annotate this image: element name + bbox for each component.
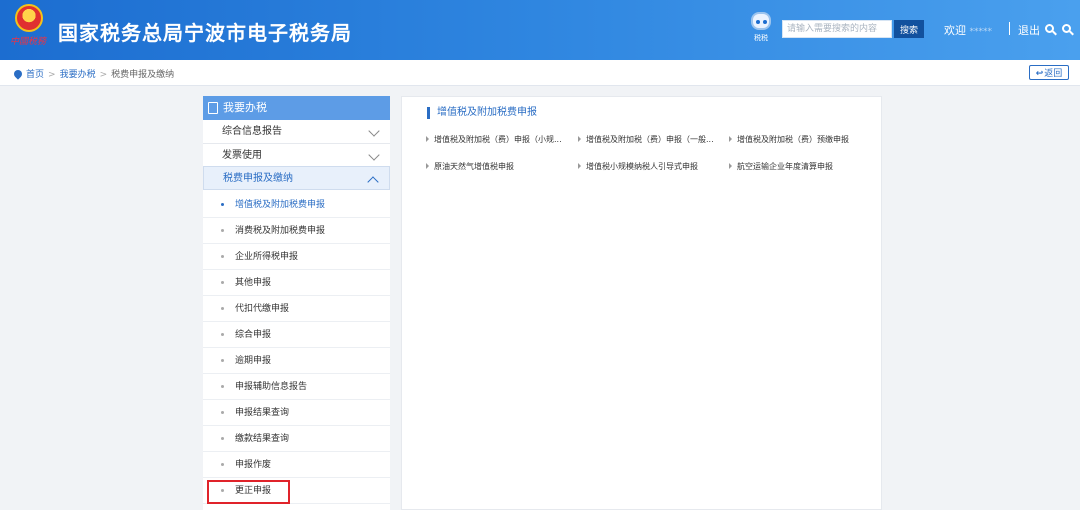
caret-right-icon [426,136,429,142]
logout-link[interactable]: 退出 [1018,22,1040,38]
sidebar-item-corporate-income-tax[interactable]: 企业所得税申报 [203,244,390,270]
sidebar: 我要办税 综合信息报告 发票使用 税费申报及缴纳 增值税及附加税费申报 消费税及… [203,96,390,510]
zoom-in-icon[interactable] [1045,24,1057,36]
sidebar-header-label: 我要办税 [223,101,267,114]
header-divider [1009,22,1010,35]
location-pin-icon [12,68,24,80]
chevron-down-icon [368,149,380,161]
chevron-down-icon [368,125,380,137]
tax-emblem-logo: 中國税務 [10,4,48,50]
back-label: 返回 [1044,69,1063,79]
sidebar-item-overdue[interactable]: 逾期申报 [203,348,390,374]
highlight-box [207,480,290,504]
sidebar-item-label: 代扣代缴申报 [235,304,290,314]
search-button[interactable]: 搜索 [894,20,924,38]
sidebar-item-consumption-tax[interactable]: 消费税及附加税费申报 [203,218,390,244]
sidebar-group-label: 发票使用 [222,150,262,161]
welcome-label: 欢迎 [944,24,966,37]
sidebar-item-label: 申报结果查询 [235,408,290,418]
breadcrumb-separator: > [99,70,108,80]
sidebar-item-comprehensive[interactable]: 综合申报 [203,322,390,348]
entry-guided-small-scale[interactable]: 增值税小规模纳税人引导式申报 [578,161,698,172]
back-arrow-icon: ↩ [1035,69,1044,79]
sidebar-header: 我要办税 [203,96,390,120]
caret-right-icon [729,136,732,142]
main-panel: 增值税及附加税费申报 增值税及附加税（费）申报（小规... 增值税及附加税（费）… [401,96,882,510]
breadcrumb-bar: 首页 > 我要办税 > 税费申报及缴纳 ↩返回 [0,60,1080,86]
bullet-dot-icon [221,307,224,310]
sidebar-item-auxiliary-info[interactable]: 申报辅助信息报告 [203,374,390,400]
entry-oil-gas-vat[interactable]: 原油天然气增值税申报 [426,161,514,172]
bullet-dot-icon [221,437,224,440]
sidebar-item-withholding[interactable]: 代扣代缴申报 [203,296,390,322]
bullet-dot-icon [221,229,224,232]
bullet-dot-icon [221,411,224,414]
entry-vat-general[interactable]: 增值税及附加税（费）申报（一般... [578,134,714,145]
entry-label: 航空运输企业年度清算申报 [737,162,833,171]
emblem-text: 中國税務 [10,36,47,46]
breadcrumb-separator: > [48,70,56,80]
bullet-dot-icon [221,255,224,258]
bullet-dot-icon [221,281,224,284]
bullet-dot-icon [221,385,224,388]
entry-label: 增值税及附加税（费）申报（一般... [586,135,714,144]
assistant-robot-icon[interactable]: 税税 [748,12,774,46]
entry-label: 原油天然气增值税申报 [434,162,514,171]
sidebar-item-label: 逾期申报 [235,356,272,366]
sidebar-item-filing-result-query[interactable]: 申报结果查询 [203,400,390,426]
sidebar-item-label: 申报作废 [235,460,272,470]
sidebar-item-label: 其他申报 [235,278,272,288]
sidebar-item-label: 增值税及附加税费申报 [235,200,326,210]
sidebar-item-label: 企业所得税申报 [235,252,299,262]
top-header: 中國税務 国家税务总局宁波市电子税务局 税税 搜索 欢迎 ***** 退出 [0,0,1080,60]
emblem-icon [15,4,43,32]
caret-right-icon [578,136,581,142]
breadcrumb: 首页 > 我要办税 > 税费申报及缴纳 [12,67,175,80]
document-icon [208,102,218,114]
search-input[interactable] [782,20,892,38]
sidebar-item-payment-result-query[interactable]: 缴款结果查询 [203,426,390,452]
welcome-text: 欢迎 ***** [944,22,992,38]
sidebar-item-label: 消费税及附加税费申报 [235,226,326,236]
bullet-dot-icon [221,203,224,206]
zoom-out-icon[interactable] [1062,24,1074,36]
sidebar-group-label: 综合信息报告 [222,126,282,137]
entry-label: 增值税及附加税（费）申报（小规... [434,135,562,144]
breadcrumb-level1[interactable]: 我要办税 [60,70,96,80]
sidebar-group-tax-filing[interactable]: 税费申报及缴纳 [203,166,390,190]
sidebar-item-label: 综合申报 [235,330,272,340]
breadcrumb-home[interactable]: 首页 [26,70,44,80]
username: ***** [969,27,993,37]
sidebar-group-invoice[interactable]: 发票使用 [203,144,390,168]
sidebar-group-label: 税费申报及缴纳 [223,173,293,184]
sidebar-item-label: 申报辅助信息报告 [235,382,308,392]
bullet-dot-icon [221,333,224,336]
bullet-dot-icon [221,359,224,362]
caret-right-icon [578,163,581,169]
back-button[interactable]: ↩返回 [1029,65,1069,80]
sidebar-group-info-report[interactable]: 综合信息报告 [203,120,390,144]
site-title: 国家税务总局宁波市电子税务局 [58,23,352,45]
section-title: 增值税及附加税费申报 [427,107,537,119]
bullet-dot-icon [221,463,224,466]
caret-right-icon [729,163,732,169]
entry-vat-small-scale[interactable]: 增值税及附加税（费）申报（小规... [426,134,562,145]
sidebar-item-void-filing[interactable]: 申报作废 [203,452,390,478]
sidebar-item-other-filing[interactable]: 其他申报 [203,270,390,296]
caret-right-icon [426,163,429,169]
entry-vat-prepayment[interactable]: 增值税及附加税（费）预缴申报 [729,134,849,145]
chevron-up-icon [367,176,379,188]
assistant-label: 税税 [754,35,768,42]
sidebar-item-label: 缴款结果查询 [235,434,290,444]
entry-label: 增值税小规模纳税人引导式申报 [586,162,698,171]
sidebar-item-vat-filing[interactable]: 增值税及附加税费申报 [203,192,390,218]
entry-label: 增值税及附加税（费）预缴申报 [737,135,849,144]
entry-aviation-annual-settlement[interactable]: 航空运输企业年度清算申报 [729,161,833,172]
breadcrumb-current: 税费申报及缴纳 [111,70,175,80]
